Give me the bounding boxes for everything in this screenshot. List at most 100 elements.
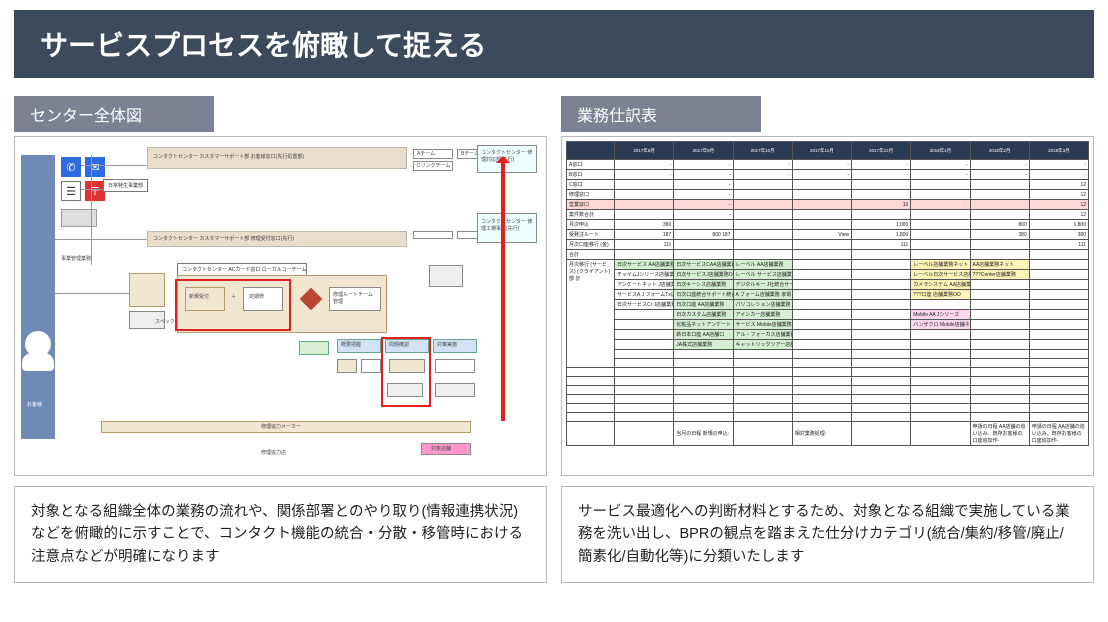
- cell: [792, 340, 851, 350]
- cell: [852, 250, 911, 260]
- cell: [1029, 350, 1088, 359]
- row-label: 合計: [567, 250, 615, 260]
- cell: [615, 350, 674, 359]
- cell: [970, 180, 1029, 190]
- cell: 1,800: [852, 230, 911, 240]
- cell: レーベル サービス店舗業務: [733, 270, 792, 280]
- chip1: Aチーム: [417, 150, 435, 157]
- cell: 日次サービス AA店舗業務: [615, 260, 674, 270]
- cell: -: [1029, 160, 1088, 170]
- cell: 12: [1029, 200, 1088, 210]
- col-header: 2018年3月: [1029, 142, 1088, 160]
- cell: [615, 210, 674, 220]
- cell: [911, 230, 970, 240]
- cell: [792, 200, 851, 210]
- cell: [792, 180, 851, 190]
- cell: [792, 250, 851, 260]
- cell: [852, 270, 911, 280]
- row-label: 修理窓口: [567, 190, 615, 200]
- cell: 当月の日程 新規の申込-: [674, 422, 733, 446]
- avatar-icon: [25, 331, 51, 357]
- cell: -: [970, 160, 1029, 170]
- cell: 日次サービスCAA店舗業務: [674, 260, 733, 270]
- cell: 111: [615, 240, 674, 250]
- node-c: 修理ルートチーム 管理: [333, 291, 379, 305]
- cell: [1029, 359, 1088, 368]
- cell: [615, 359, 674, 368]
- cell: [615, 422, 674, 446]
- cell: [852, 310, 911, 320]
- bl-a: 概要把握: [341, 341, 361, 348]
- cell: [733, 250, 792, 260]
- right-bot-box: コンタクトセンター 修理工場事業(先行): [481, 218, 536, 232]
- cell: JA株式店舗業務: [674, 340, 733, 350]
- cell: -: [674, 180, 733, 190]
- cell: パリコレション店舗業務: [733, 300, 792, 310]
- cell: 380: [615, 220, 674, 230]
- customer-band: [21, 155, 55, 439]
- cell: [911, 220, 970, 230]
- row-label: [567, 422, 615, 446]
- cell: [615, 310, 674, 320]
- cell: アンケートネット J店舗業務: [615, 280, 674, 290]
- cell: -: [733, 160, 792, 170]
- left-description: 対象となる組織全体の業務の流れや、関係部署とのやり取り(情報連携状況)などを俯瞰…: [14, 486, 547, 583]
- cell: [970, 280, 1029, 290]
- cell: 日次カスタム店舗業務: [674, 310, 733, 320]
- cell: [852, 210, 911, 220]
- cell: レーベル日次サービス店舗業務: [911, 270, 970, 280]
- cell: [1029, 330, 1088, 340]
- cell: 日次キーシス店舗業務: [674, 280, 733, 290]
- cell: -: [615, 160, 674, 170]
- cell: -: [911, 160, 970, 170]
- cell: [970, 359, 1029, 368]
- cell: 1,800: [1029, 220, 1088, 230]
- cell: [1029, 280, 1088, 290]
- cell: [1029, 290, 1088, 300]
- cell: [792, 220, 851, 230]
- row-label: 月次口座移行 (金): [567, 240, 615, 250]
- row-label: 営業窓口: [567, 200, 615, 210]
- cell: 10: [852, 200, 911, 210]
- cell: -: [674, 200, 733, 210]
- cell: アル・フォーカス店舗業務: [733, 330, 792, 340]
- cell: バンザクロ Mobile店舗ネット: [911, 320, 970, 330]
- contact-icons: ✆ ✉: [61, 157, 105, 177]
- cell: [792, 240, 851, 250]
- cell: [792, 210, 851, 220]
- cell: [852, 190, 911, 200]
- doc-icon: ☰: [61, 181, 81, 201]
- cell: [911, 350, 970, 359]
- left-section-label: センター全体図: [14, 96, 214, 132]
- cell: 12: [1029, 210, 1088, 220]
- bl-c: 対策実施: [437, 341, 457, 348]
- cell: [615, 190, 674, 200]
- cell: [1029, 300, 1088, 310]
- cell: 12: [1029, 180, 1088, 190]
- cell: [792, 300, 851, 310]
- cell: 日次口座統合サポート統合業務: [674, 290, 733, 300]
- cell: 800: [970, 220, 1029, 230]
- cell: デジタルキー J社統合サービス: [733, 280, 792, 290]
- cell: [911, 210, 970, 220]
- cell: [1029, 270, 1088, 280]
- cell: レーベル AA店舗業務: [733, 260, 792, 270]
- cell: [792, 310, 851, 320]
- row-label: 受発注ルート: [567, 230, 615, 240]
- cell: [852, 422, 911, 446]
- ext-box: 対象店舗: [431, 445, 451, 452]
- cell: [911, 359, 970, 368]
- cell: [970, 250, 1029, 260]
- cell: [1029, 250, 1088, 260]
- cell: [615, 320, 674, 330]
- cell: [733, 240, 792, 250]
- header-b: コンタクトセンター カスタマーサポート部 修理受付窓口(先行): [153, 235, 403, 242]
- row-label: 案件数合計: [567, 210, 615, 220]
- cell: [852, 290, 911, 300]
- phone-icon: ✆: [61, 157, 81, 177]
- cell: [911, 240, 970, 250]
- cell: ???口座 店舗業務OO: [911, 290, 970, 300]
- cell: View: [792, 230, 851, 240]
- col-header: 2017年9月: [674, 142, 733, 160]
- cell: [911, 190, 970, 200]
